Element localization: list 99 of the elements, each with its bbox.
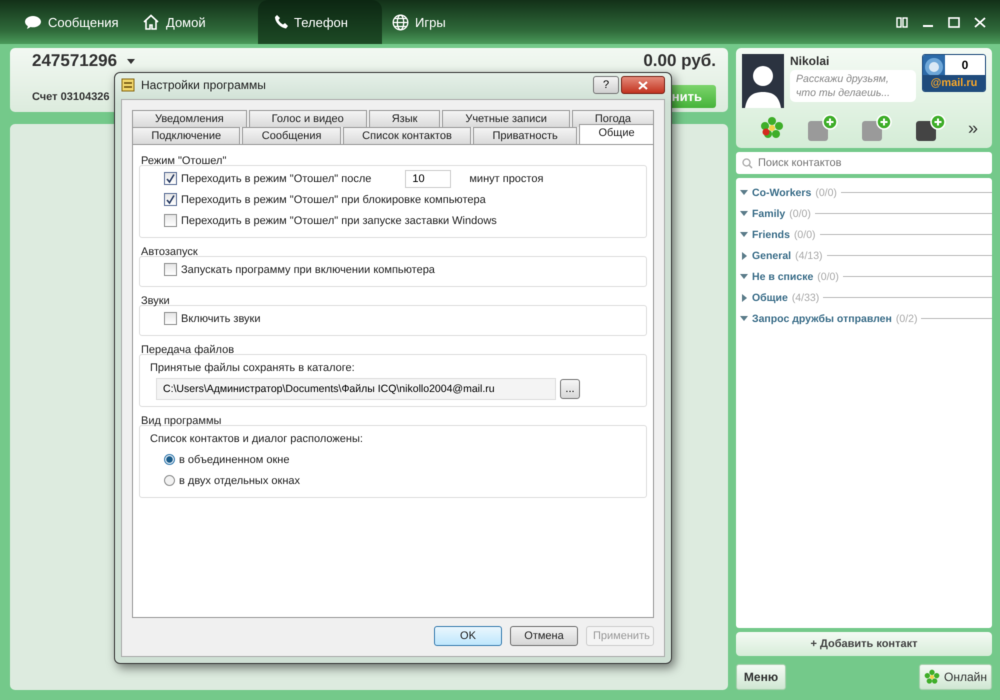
avatar-silhouette-icon[interactable] xyxy=(742,54,784,108)
group-name: Friends xyxy=(752,228,790,240)
nav-tab[interactable]: Телефон xyxy=(258,0,382,44)
home-icon xyxy=(142,14,160,30)
settings-tab[interactable]: Сообщения xyxy=(242,127,341,144)
checkbox-label[interactable]: Переходить в режим "Отошел" при запуске заставки Windows xyxy=(181,214,497,226)
cancel-button[interactable]: Отмена xyxy=(510,626,578,646)
contact-group[interactable]: Общие (4/33) xyxy=(740,287,992,308)
section-title: Режим "Отошел" xyxy=(141,155,226,167)
section-title: Автозапуск xyxy=(141,246,198,258)
maximize-icon[interactable] xyxy=(948,16,960,28)
mail-brand: @mail.ru xyxy=(923,75,985,91)
globe-icon xyxy=(392,14,409,30)
settings-tab[interactable]: Подключение xyxy=(132,127,240,144)
status-field[interactable]: Расскажи друзьям, что ты делаешь... xyxy=(790,70,916,102)
expand-arrow-icon[interactable] xyxy=(740,211,748,216)
dialog-title: Настройки программы xyxy=(141,78,267,92)
profile-name: Nikolai xyxy=(790,54,830,68)
group-count: (0/0) xyxy=(815,186,837,198)
checkbox[interactable] xyxy=(164,312,177,325)
field-label: Список контактов и диалог расположены: xyxy=(150,432,363,444)
minutes-input[interactable]: 10 xyxy=(405,170,452,188)
settings-tab[interactable]: Список контактов xyxy=(342,127,472,144)
section-title: Передача файлов xyxy=(141,344,234,356)
settings-tab[interactable]: Язык xyxy=(368,110,440,127)
radio-label[interactable]: в двух отдельных окнах xyxy=(179,474,300,486)
group-count: (4/13) xyxy=(795,250,823,262)
checkbox[interactable] xyxy=(164,214,177,227)
group-name: Family xyxy=(752,208,786,220)
settings-tab[interactable]: Учетные записи xyxy=(442,110,570,127)
checkbox[interactable] xyxy=(164,263,177,276)
contact-group[interactable]: Co-Workers (0/0) xyxy=(740,182,992,203)
minutes-label: минут простоя xyxy=(469,172,544,184)
group-name: Co-Workers xyxy=(752,186,812,198)
settings-tab[interactable]: Общие xyxy=(579,124,654,144)
field-label: Принятые файлы сохранять в каталоге: xyxy=(150,362,355,374)
group-name: Запрос дружбы отправлен xyxy=(752,312,892,324)
help-button[interactable]: ? xyxy=(593,76,619,94)
group-name: Не в списке xyxy=(752,270,814,282)
close-icon[interactable] xyxy=(974,16,986,28)
contact-group[interactable]: General (4/13) xyxy=(740,245,992,266)
checkbox-label[interactable]: Запускать программу при включении компьютера xyxy=(181,264,435,276)
expand-arrow-icon[interactable] xyxy=(742,252,747,260)
menu-button[interactable]: Меню xyxy=(736,664,786,690)
checkbox[interactable] xyxy=(164,193,177,206)
group-name: Общие xyxy=(752,292,788,304)
group-count: (0/0) xyxy=(817,270,839,282)
close-icon xyxy=(638,80,648,90)
ok-button[interactable]: OK xyxy=(434,626,502,646)
expand-arrow-icon[interactable] xyxy=(740,316,748,321)
balance: 0.00 руб. xyxy=(643,51,716,71)
phone-icon xyxy=(274,14,288,30)
group-count: (4/33) xyxy=(792,292,820,304)
account-label: Счет 03104326 xyxy=(32,90,110,102)
checkbox-label[interactable]: Переходить в режим "Отошел" после xyxy=(181,172,372,184)
phone-number[interactable]: 247571296 xyxy=(32,51,118,71)
nav-tab[interactable]: Сообщения xyxy=(14,0,132,44)
checkbox-label[interactable]: Переходить в режим "Отошел" при блокировке компьютера xyxy=(181,194,486,206)
browse-button[interactable]: ... xyxy=(560,379,580,399)
mail-widget[interactable]: 0 @mail.ru xyxy=(922,54,986,92)
folder-path-input[interactable]: C:\Users\Администратор\Documents\Файлы ICQ\nikollo2004@mail.ru xyxy=(156,378,556,400)
chat-bubble-icon xyxy=(24,14,42,30)
mail-count: 0 xyxy=(960,58,970,72)
caret-icon[interactable] xyxy=(127,58,136,64)
status-button[interactable]: Онлайн xyxy=(919,664,992,690)
contact-group[interactable]: Friends (0/0) xyxy=(740,224,992,245)
add-contact-button[interactable]: + Добавить контакт xyxy=(736,632,992,656)
contact-group[interactable]: Запрос дружбы отправлен (0/2) xyxy=(740,308,992,329)
mail-logo-icon xyxy=(923,55,945,75)
settings-tab[interactable]: Голос и видео xyxy=(248,110,367,127)
radio-button[interactable] xyxy=(164,454,175,465)
section-title: Вид программы xyxy=(141,415,222,427)
expand-arrow-icon[interactable] xyxy=(740,232,748,237)
flower-icon xyxy=(924,669,940,685)
radio-label[interactable]: в объединенном окне xyxy=(179,454,290,466)
nav-tab[interactable]: Игры xyxy=(382,0,500,44)
nav-tab[interactable]: Домой xyxy=(132,0,250,44)
group-count: (0/2) xyxy=(896,312,918,324)
radio-button[interactable] xyxy=(164,475,175,486)
flower-icon[interactable] xyxy=(760,116,784,140)
app-icon xyxy=(121,78,135,92)
group-name: General xyxy=(752,250,792,262)
group-count: (0/0) xyxy=(794,228,816,240)
checkbox[interactable] xyxy=(164,172,177,185)
layout-icon[interactable] xyxy=(896,16,908,28)
settings-tab[interactable]: Приватность xyxy=(473,127,578,144)
settings-tab[interactable]: Уведомления xyxy=(132,110,247,127)
add-network-icon[interactable] xyxy=(914,114,946,142)
section-title: Звуки xyxy=(141,295,170,307)
contact-group[interactable]: Не в списке (0/0) xyxy=(740,266,992,287)
group-count: (0/0) xyxy=(789,208,811,220)
contact-group[interactable]: Family (0/0) xyxy=(740,203,992,224)
more-button[interactable]: » xyxy=(968,118,978,138)
checkbox-label[interactable]: Включить звуки xyxy=(181,312,261,324)
search-field[interactable]: Поиск контактов xyxy=(736,152,992,174)
expand-arrow-icon[interactable] xyxy=(742,294,747,302)
expand-arrow-icon[interactable] xyxy=(740,190,748,195)
expand-arrow-icon[interactable] xyxy=(740,274,748,279)
close-button[interactable] xyxy=(621,76,665,94)
